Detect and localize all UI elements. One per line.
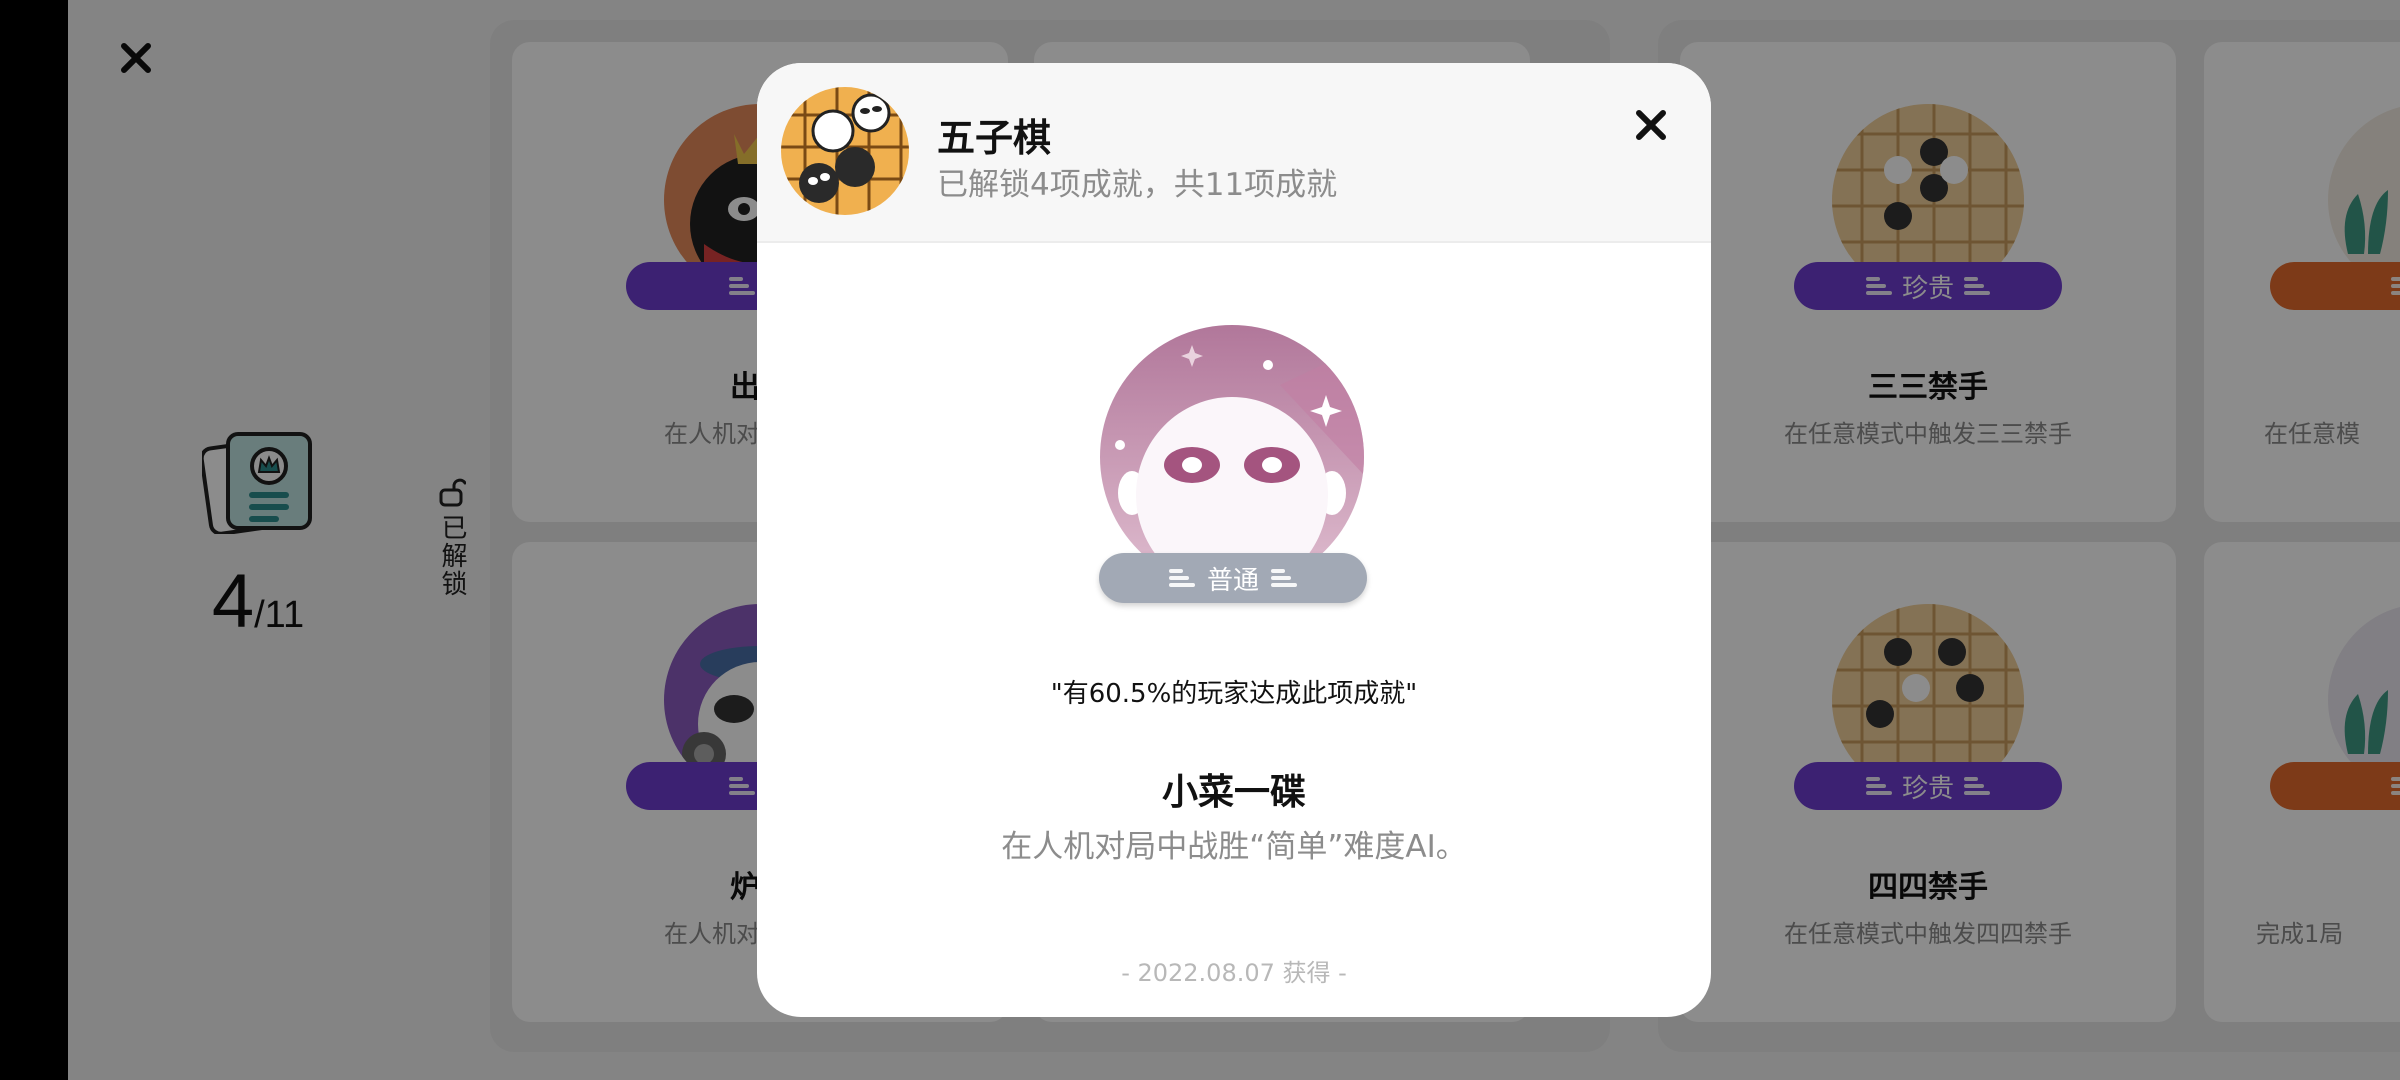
achievement-art	[1100, 325, 1364, 589]
dialog-header: 五子棋 已解锁4项成就，共11项成就	[757, 63, 1711, 243]
achievement-completion-stat: "有60.5%的玩家达成此项成就"	[1050, 679, 1418, 709]
achievement-name: 小菜一碟	[1161, 772, 1306, 813]
rarity-label: 普通	[1206, 565, 1259, 596]
game-title: 五子棋	[937, 116, 1052, 160]
achievement-detail-dialog: 五子棋 已解锁4项成就，共11项成就 普通 "有60.5%的玩家达成此项成就" …	[757, 63, 1711, 1017]
achievement-date: - 2022.08.07 获得 -	[1121, 959, 1347, 987]
achievement-description: 在人机对局中战胜“简单”难度AI。	[1001, 829, 1467, 865]
achievement-progress-text: 已解锁4项成就，共11项成就	[937, 167, 1338, 203]
close-icon[interactable]	[1623, 97, 1679, 153]
rarity-badge: 普通	[1099, 553, 1367, 603]
rarity-bars-icon	[1271, 569, 1297, 587]
gomoku-game-icon	[781, 87, 909, 215]
rarity-bars-icon	[1168, 569, 1195, 587]
